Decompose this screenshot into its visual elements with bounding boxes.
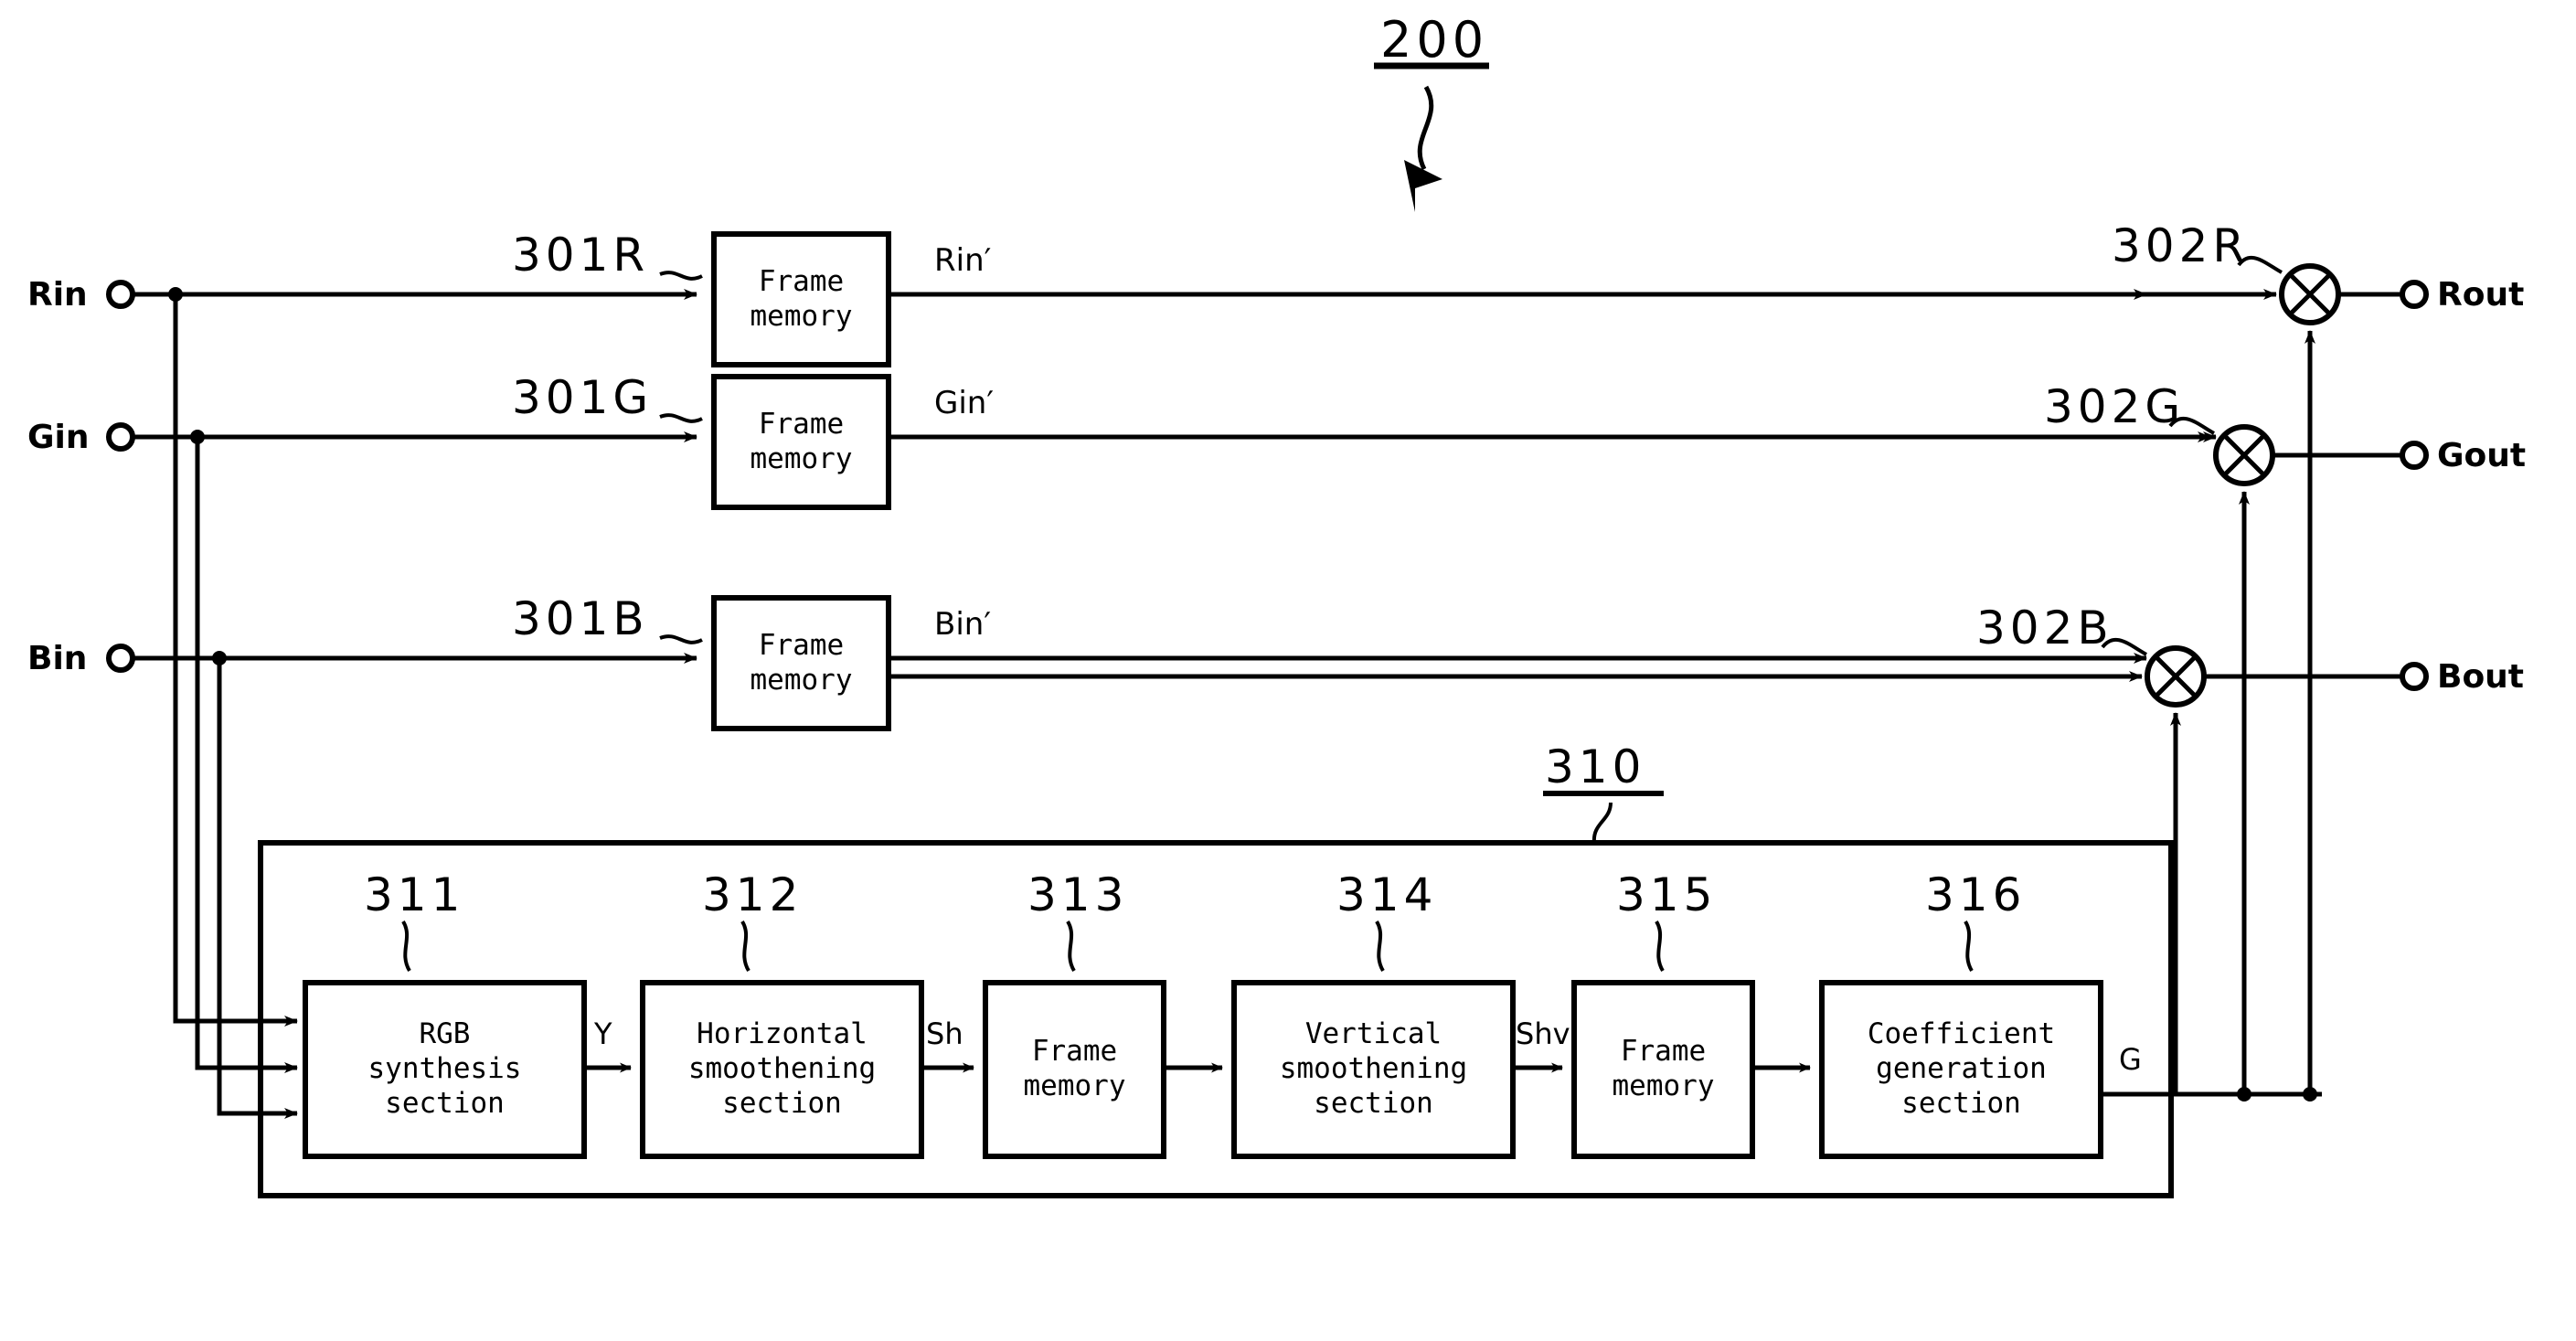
- terminal-rout: [2400, 280, 2429, 309]
- block-315-label: Frame memory: [1612, 1035, 1715, 1102]
- output-label-gout: Gout: [2437, 437, 2527, 474]
- figure-canvas: 200 Rin Gin Bin Rout Gout Bout 301R 301G…: [0, 0, 2576, 1341]
- block-301B: Frame memory: [711, 595, 891, 731]
- input-label-rin: Rin: [27, 276, 88, 314]
- terminal-bin: [106, 644, 135, 673]
- terminal-gin: [106, 422, 135, 452]
- ref-301G: 301G: [512, 371, 654, 424]
- ref-302R: 302R: [2112, 219, 2250, 272]
- ref-310: 310: [1545, 740, 1646, 793]
- ref-314: 314: [1336, 868, 1438, 921]
- output-label-rout: Rout: [2437, 276, 2525, 314]
- ref-302B: 302B: [1976, 601, 2113, 655]
- ref-316: 316: [1925, 868, 2027, 921]
- block-313-label: Frame memory: [1023, 1035, 1126, 1102]
- signal-label-sh: Sh: [926, 1016, 963, 1051]
- ref-302G: 302G: [2044, 380, 2186, 433]
- ref-311: 311: [364, 868, 465, 921]
- figure-ref-200: 200: [1380, 11, 1489, 69]
- output-label-bout: Bout: [2437, 658, 2525, 696]
- ref-312: 312: [702, 868, 804, 921]
- block-312-label: Horizontal smoothening section: [687, 1017, 877, 1120]
- ref-315: 315: [1616, 868, 1718, 921]
- block-316-label: Coefficient generation section: [1867, 1017, 2056, 1120]
- signal-label-gin-prime: Gin′: [934, 385, 995, 421]
- block-314-label: Vertical smoothening section: [1279, 1017, 1468, 1120]
- signal-label-rin-prime: Rin′: [934, 242, 992, 279]
- signal-label-shv: Shv: [1516, 1016, 1570, 1051]
- terminal-bout: [2400, 662, 2429, 691]
- signal-label-bin-prime: Bin′: [934, 606, 992, 643]
- input-label-gin: Gin: [27, 419, 90, 456]
- ref-301B: 301B: [512, 592, 649, 645]
- signal-label-y: Y: [594, 1016, 612, 1051]
- signal-label-g: G: [2119, 1042, 2142, 1077]
- ref-301R: 301R: [512, 229, 650, 282]
- block-301G: Frame memory: [711, 374, 891, 510]
- block-301R: Frame memory: [711, 231, 891, 367]
- input-label-bin: Bin: [27, 640, 88, 677]
- block-311-label: RGB synthesis section: [367, 1017, 522, 1120]
- terminal-gout: [2400, 441, 2429, 470]
- ref-313: 313: [1027, 868, 1129, 921]
- terminal-rin: [106, 280, 135, 309]
